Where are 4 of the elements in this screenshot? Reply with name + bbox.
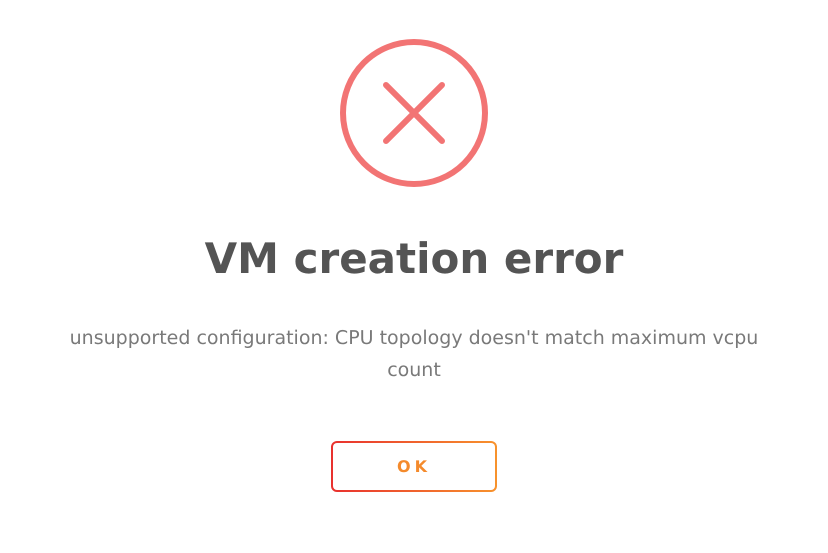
error-message: unsupported configuration: CPU topology doesn't match maximum vcpu count	[68, 326, 760, 384]
ok-button[interactable]: OK	[331, 441, 497, 492]
error-icon	[339, 38, 489, 188]
dialog-title: VM creation error	[204, 234, 624, 284]
